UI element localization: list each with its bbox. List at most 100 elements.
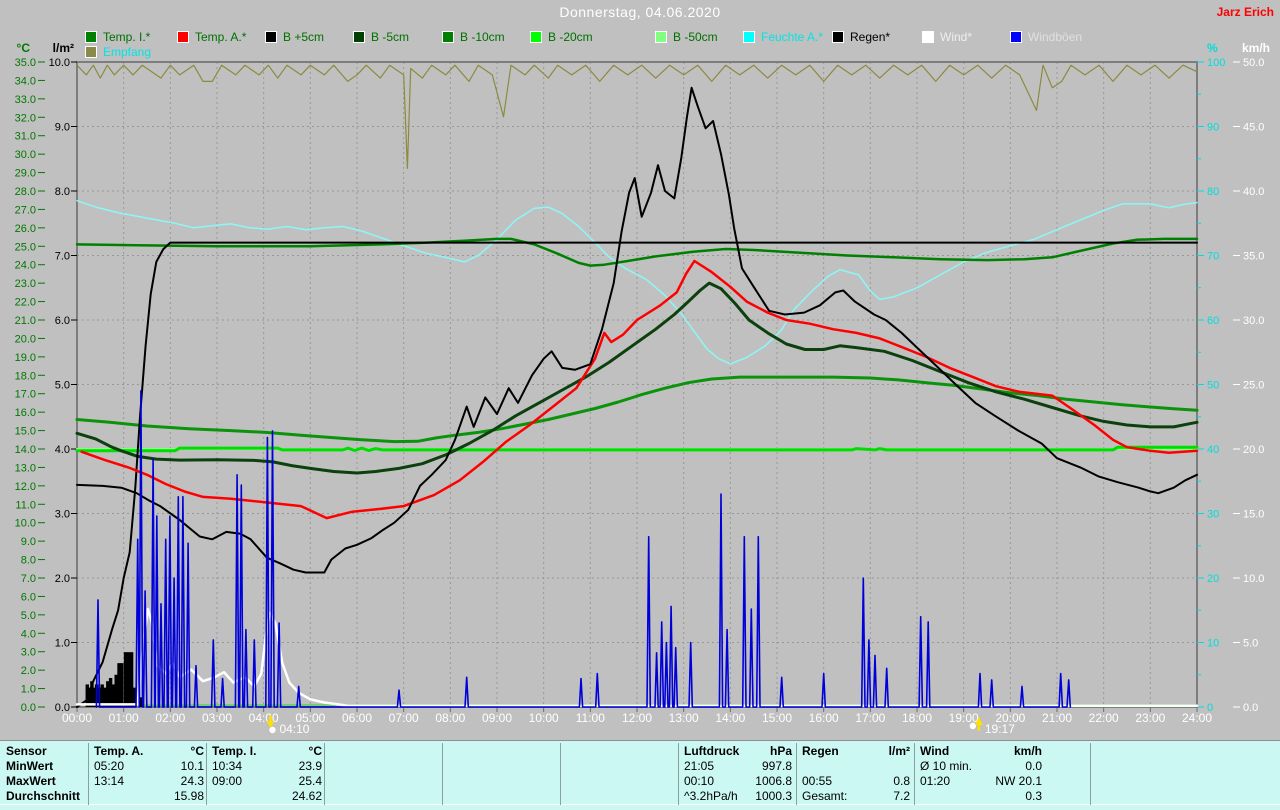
temp-a-swatch-icon: [177, 31, 189, 43]
svg-text:80: 80: [1207, 186, 1219, 198]
cell-time: 01:20: [920, 774, 950, 789]
svg-text:6.0: 6.0: [55, 315, 70, 327]
cell-value: 7.2: [893, 789, 910, 804]
cell-time: 13:14: [94, 774, 124, 789]
cell-value: 0.3: [1025, 789, 1042, 804]
svg-text:40: 40: [1207, 444, 1219, 456]
svg-text:17:00: 17:00: [855, 711, 885, 725]
svg-text:16.0: 16.0: [15, 407, 36, 419]
svg-text:03:00: 03:00: [202, 711, 232, 725]
svg-text:12.0: 12.0: [15, 481, 36, 493]
cell-value: 997.8: [762, 759, 792, 774]
b-minus50-swatch-icon: [655, 31, 667, 43]
svg-text:04:00: 04:00: [249, 711, 279, 725]
legend-label: B -10cm: [460, 30, 505, 44]
legend-item-feuchte-a: Feuchte A.*: [743, 31, 823, 43]
svg-text:35.0: 35.0: [1243, 251, 1264, 263]
svg-text:02:00: 02:00: [155, 711, 185, 725]
svg-text:9.0: 9.0: [21, 536, 36, 548]
svg-text:07:00: 07:00: [389, 711, 419, 725]
cell-value: 1000.3: [755, 789, 792, 804]
column-separator: [88, 743, 89, 805]
column-unit: °C: [309, 744, 322, 759]
b-minus10-swatch-icon: [442, 31, 454, 43]
legend-label: B -50cm: [673, 30, 718, 44]
empfang-swatch-icon: [85, 46, 97, 58]
svg-text:31.0: 31.0: [15, 131, 36, 143]
legend-label: B -5cm: [371, 30, 409, 44]
svg-text:10: 10: [1207, 638, 1219, 650]
svg-text:00:00: 00:00: [62, 711, 92, 725]
svg-text:30: 30: [1207, 509, 1219, 521]
cell-time: 00:55: [802, 774, 832, 789]
weather-chart: °Cl/m²%km/h0.01.02.03.04.05.06.07.08.09.…: [0, 0, 1280, 740]
svg-text:3.0: 3.0: [21, 647, 36, 659]
cell-value: 24.3: [181, 774, 204, 789]
svg-text:13.0: 13.0: [15, 462, 36, 474]
wind-swatch-icon: [922, 31, 934, 43]
legend-item-windboeen: Windböen: [1010, 31, 1082, 43]
svg-text:8.0: 8.0: [21, 555, 36, 567]
svg-text:12:00: 12:00: [622, 711, 652, 725]
svg-text:15.0: 15.0: [15, 426, 36, 438]
series-b_m10: [77, 377, 1197, 442]
svg-text:19.0: 19.0: [15, 352, 36, 364]
svg-text:17.0: 17.0: [15, 389, 36, 401]
svg-text:04:10: 04:10: [279, 722, 309, 736]
column-separator: [560, 743, 561, 805]
svg-text:6.0: 6.0: [21, 591, 36, 603]
svg-text:06:00: 06:00: [342, 711, 372, 725]
column-unit: km/h: [1014, 744, 1042, 759]
svg-text:0.0: 0.0: [1243, 702, 1258, 714]
svg-text:26.0: 26.0: [15, 223, 36, 235]
svg-text:9.0: 9.0: [55, 122, 70, 134]
svg-text:23.0: 23.0: [15, 278, 36, 290]
cell-time: Ø 10 min.: [920, 759, 972, 774]
temp-i-swatch-icon: [85, 31, 97, 43]
legend-item-b-minus5: B -5cm: [353, 31, 409, 43]
cell-value: 0.0: [1025, 759, 1042, 774]
svg-text:11.0: 11.0: [15, 499, 36, 511]
row-label: Sensor: [6, 744, 47, 759]
feuchte-a-swatch-icon: [743, 31, 755, 43]
row-label: Durchschnitt: [6, 789, 80, 804]
column-separator: [796, 743, 797, 805]
svg-text:20.0: 20.0: [15, 333, 36, 345]
svg-text:18:00: 18:00: [902, 711, 932, 725]
svg-text:50.0: 50.0: [1243, 57, 1264, 69]
svg-text:22.0: 22.0: [15, 297, 36, 309]
legend-item-b-plus5: B +5cm: [265, 31, 324, 43]
svg-text:5.0: 5.0: [21, 610, 36, 622]
svg-text:10.0: 10.0: [15, 518, 36, 530]
svg-text:24.0: 24.0: [15, 260, 36, 272]
cell-value: 23.9: [299, 759, 322, 774]
series-temp_a: [82, 261, 1197, 518]
svg-text:2.0: 2.0: [21, 665, 36, 677]
series-gusts: [96, 391, 1070, 707]
svg-text:1.0: 1.0: [55, 638, 70, 650]
legend-item-regen: Regen*: [832, 31, 890, 43]
svg-text:27.0: 27.0: [15, 204, 36, 216]
b-plus5-swatch-icon: [265, 31, 277, 43]
svg-text:11:00: 11:00: [576, 711, 605, 725]
legend-item-temp-a: Temp. A.*: [177, 31, 246, 43]
svg-text:3.0: 3.0: [55, 509, 70, 521]
column-separator: [914, 743, 915, 805]
svg-text:15:00: 15:00: [762, 711, 792, 725]
svg-text:23:00: 23:00: [1135, 711, 1165, 725]
svg-text:18.0: 18.0: [15, 370, 36, 382]
svg-text:21.0: 21.0: [15, 315, 36, 327]
svg-text:09:00: 09:00: [482, 711, 512, 725]
cell-value: 24.62: [292, 789, 322, 804]
svg-text:28.0: 28.0: [15, 186, 36, 198]
svg-text:30.0: 30.0: [15, 149, 36, 161]
svg-text:30.0: 30.0: [1243, 315, 1264, 327]
legend-label: Windböen: [1028, 30, 1082, 44]
column-separator: [324, 743, 325, 805]
cell-value: 0.8: [893, 774, 910, 789]
legend-item-empfang: Empfang: [85, 46, 151, 58]
svg-text:100: 100: [1207, 57, 1225, 69]
legend-label: Temp. A.*: [195, 30, 246, 44]
legend-label: Feuchte A.*: [761, 30, 823, 44]
svg-text:22:00: 22:00: [1089, 711, 1119, 725]
